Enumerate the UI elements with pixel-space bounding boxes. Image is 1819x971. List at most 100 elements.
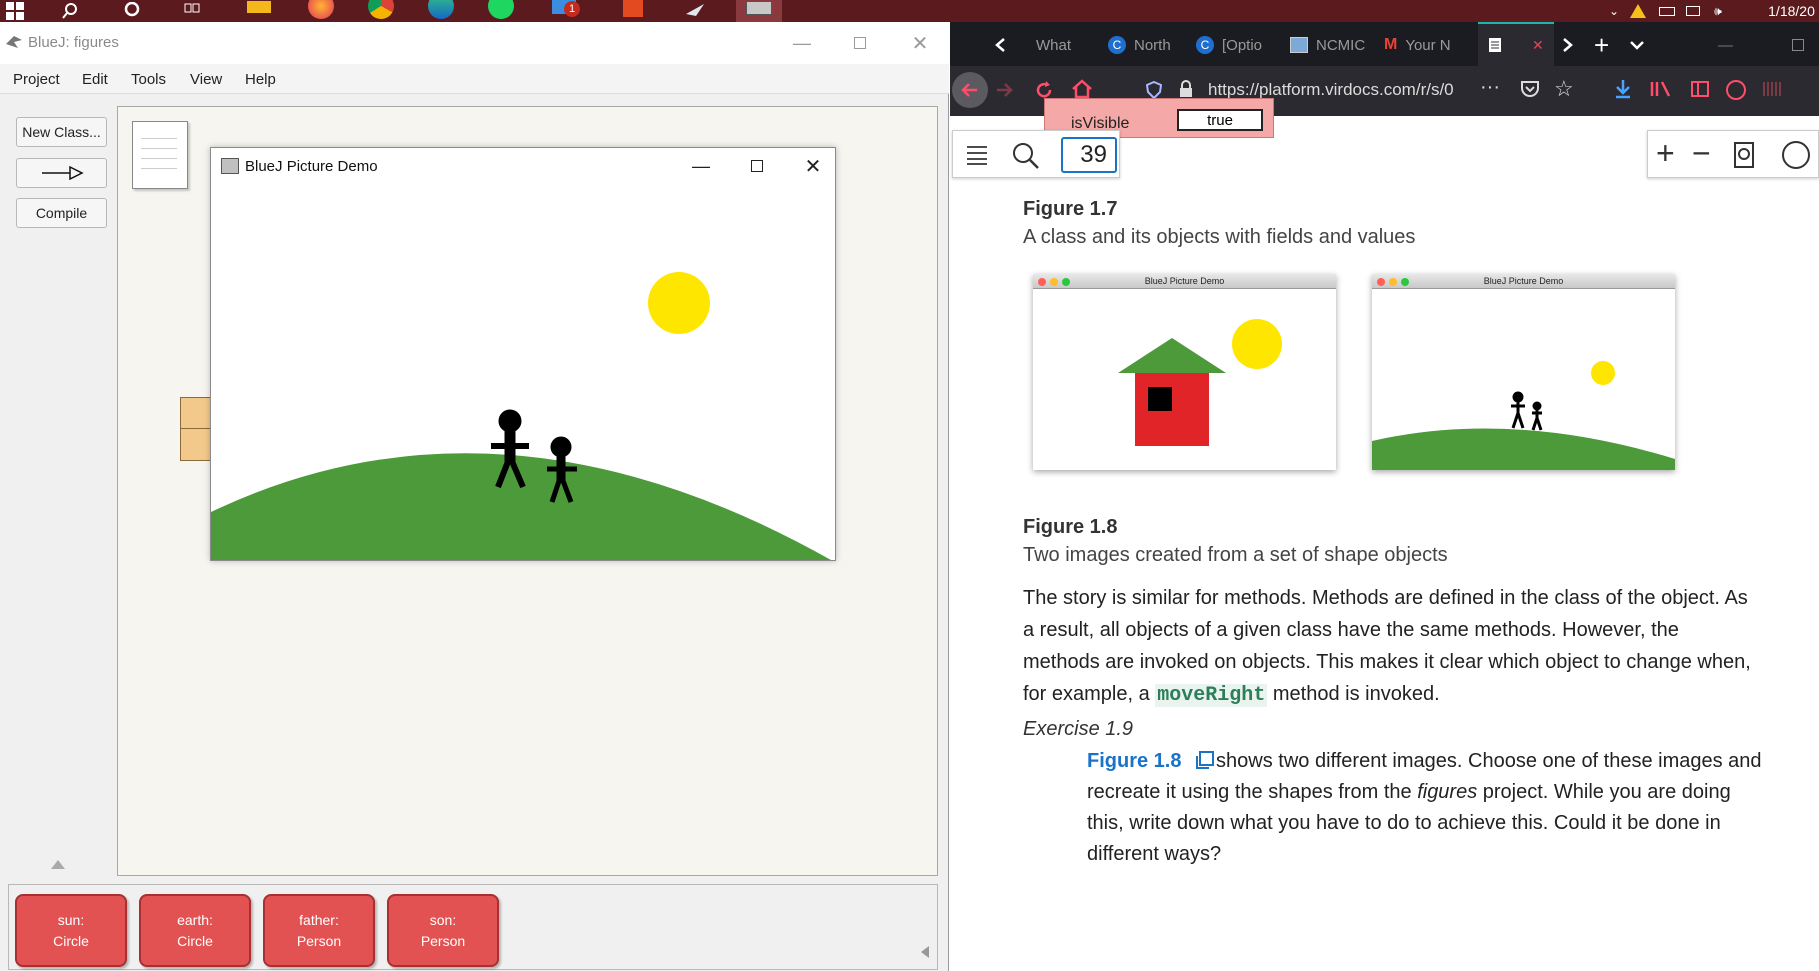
tab-ncmic[interactable]: NCMIC — [1290, 30, 1374, 60]
menu-help[interactable]: Help — [245, 71, 276, 88]
zoom-out-icon[interactable]: − — [1692, 135, 1711, 172]
network-icon[interactable] — [1682, 0, 1704, 22]
list-all-tabs-icon[interactable] — [1630, 30, 1656, 60]
minimize-button[interactable]: — — [1718, 30, 1758, 60]
exercise-line: different ways? — [1087, 843, 1222, 865]
firefox-icon[interactable] — [306, 0, 336, 22]
tab-north[interactable]: C North — [1108, 30, 1192, 60]
tab-optio[interactable]: C [Optio — [1196, 30, 1280, 60]
reader-toolbar-left: 39 — [952, 130, 1120, 178]
c-favicon-icon: C — [1108, 36, 1126, 54]
office-icon[interactable] — [618, 0, 648, 22]
close-button[interactable]: ✕ — [791, 152, 835, 180]
reload-icon[interactable] — [1034, 80, 1054, 100]
tab-close-icon[interactable]: ✕ — [1532, 37, 1544, 54]
back-button[interactable] — [952, 72, 988, 108]
collapse-up-icon[interactable] — [50, 858, 66, 870]
windows-start-icon[interactable] — [4, 0, 26, 22]
tracking-shield-icon[interactable] — [1146, 81, 1162, 99]
window-shape — [1148, 387, 1172, 411]
library-icon[interactable] — [1650, 80, 1672, 98]
lock-icon[interactable] — [1178, 80, 1194, 98]
battery-icon[interactable] — [1656, 0, 1678, 22]
menu-view[interactable]: View — [190, 71, 222, 88]
object-father[interactable]: father: Person — [263, 894, 375, 967]
menu-edit[interactable]: Edit — [82, 71, 108, 88]
object-name: son: — [429, 912, 457, 928]
object-son[interactable]: son: Person — [387, 894, 499, 967]
new-class-button[interactable]: New Class... — [16, 117, 107, 147]
tab-strip: What C North C [Optio NCMIC M Your N ✕ +… — [950, 22, 1819, 66]
forward-arrow-icon[interactable] — [995, 82, 1013, 98]
tab-scroll-right-icon[interactable] — [1562, 30, 1588, 60]
bluej-taskbar-icon[interactable] — [736, 0, 782, 22]
maximize-button[interactable] — [838, 26, 882, 60]
mail-badge: 1 — [564, 1, 580, 17]
pocket-icon[interactable] — [1520, 80, 1540, 98]
readme-note-icon[interactable] — [132, 121, 188, 189]
figure-1-8-link[interactable]: Figure 1.8 — [1087, 750, 1181, 772]
search-icon[interactable] — [58, 0, 82, 22]
page-number-input[interactable]: 39 — [1061, 137, 1117, 173]
inheritance-arrow-button[interactable] — [16, 158, 107, 188]
demo-titlebar[interactable]: BlueJ Picture Demo — ✕ — [211, 148, 835, 184]
menu-icon[interactable] — [965, 145, 989, 165]
firefox-window: What C North C [Optio NCMIC M Your N ✕ +… — [950, 22, 1819, 971]
search-icon[interactable] — [1011, 141, 1041, 171]
account-icon[interactable] — [1726, 80, 1746, 100]
scroll-left-icon[interactable] — [919, 945, 931, 959]
bluej-titlebar[interactable]: BlueJ: figures — ✕ — [0, 22, 949, 64]
maximize-button[interactable] — [1792, 30, 1819, 60]
new-tab-icon[interactable]: + — [1594, 30, 1622, 60]
menu-project[interactable]: Project — [13, 71, 60, 88]
minimize-button[interactable]: — — [679, 152, 723, 180]
chevron-down-icon[interactable]: ⌄ — [1605, 0, 1623, 22]
object-type: Person — [296, 933, 342, 949]
url-bar[interactable]: https://platform.virdocs.com/r/s/0 — [1208, 80, 1454, 100]
tab-active[interactable]: ✕ — [1478, 22, 1554, 66]
maximize-button[interactable] — [735, 152, 779, 180]
home-icon[interactable] — [1071, 79, 1093, 99]
figure-popup-icon[interactable] — [1195, 750, 1215, 770]
tab-gmail[interactable]: M Your N — [1384, 30, 1468, 60]
cortana-icon[interactable] — [120, 0, 144, 22]
bird-app-icon[interactable] — [680, 0, 710, 22]
chrome-icon[interactable] — [366, 0, 396, 22]
reader-favicon-icon — [1489, 38, 1501, 52]
volume-icon[interactable]: 🕪 — [1706, 0, 1730, 22]
spotify-icon[interactable] — [486, 0, 516, 22]
mail-icon[interactable]: 1 — [546, 0, 582, 22]
warning-icon[interactable] — [1627, 0, 1649, 22]
overflow-menu-icon[interactable] — [1762, 80, 1784, 98]
field-value: true — [1177, 109, 1263, 131]
task-view-icon[interactable] — [180, 0, 204, 22]
bookmark-star-icon[interactable]: ☆ — [1554, 76, 1574, 102]
zoom-in-icon[interactable]: + — [1656, 135, 1675, 172]
roof-shape — [1118, 338, 1226, 373]
object-earth[interactable]: earth: Circle — [139, 894, 251, 967]
edge-icon[interactable] — [426, 0, 456, 22]
tab-label: North — [1134, 36, 1171, 54]
sidebar-icon[interactable] — [1690, 80, 1710, 98]
mini-titlebar: BlueJ Picture Demo — [1372, 274, 1675, 289]
earth-shape — [211, 453, 831, 560]
gmail-icon: M — [1384, 36, 1398, 53]
clock-date[interactable]: 1/18/20 — [1764, 0, 1819, 22]
file-explorer-icon[interactable] — [245, 0, 273, 22]
tab-what[interactable]: What — [1036, 30, 1104, 60]
mini-window-title: BlueJ Picture Demo — [1483, 276, 1564, 286]
downloads-icon[interactable] — [1614, 79, 1632, 99]
minimize-button[interactable]: — — [780, 26, 824, 60]
compile-button[interactable]: Compile — [16, 198, 107, 228]
close-button[interactable]: ✕ — [898, 26, 942, 60]
object-type: Circle — [177, 933, 213, 949]
sun-shape — [1232, 319, 1282, 369]
sun-shape — [1591, 361, 1615, 385]
page-actions-icon[interactable]: ··· — [1480, 76, 1500, 99]
audio-icon[interactable] — [1782, 141, 1810, 169]
object-sun[interactable]: sun: Circle — [15, 894, 127, 967]
fit-page-icon[interactable] — [1732, 141, 1758, 169]
tab-scroll-left-icon[interactable] — [994, 30, 1022, 60]
menu-tools[interactable]: Tools — [131, 71, 166, 88]
exercise-heading: Exercise 1.9 — [1023, 718, 1134, 740]
